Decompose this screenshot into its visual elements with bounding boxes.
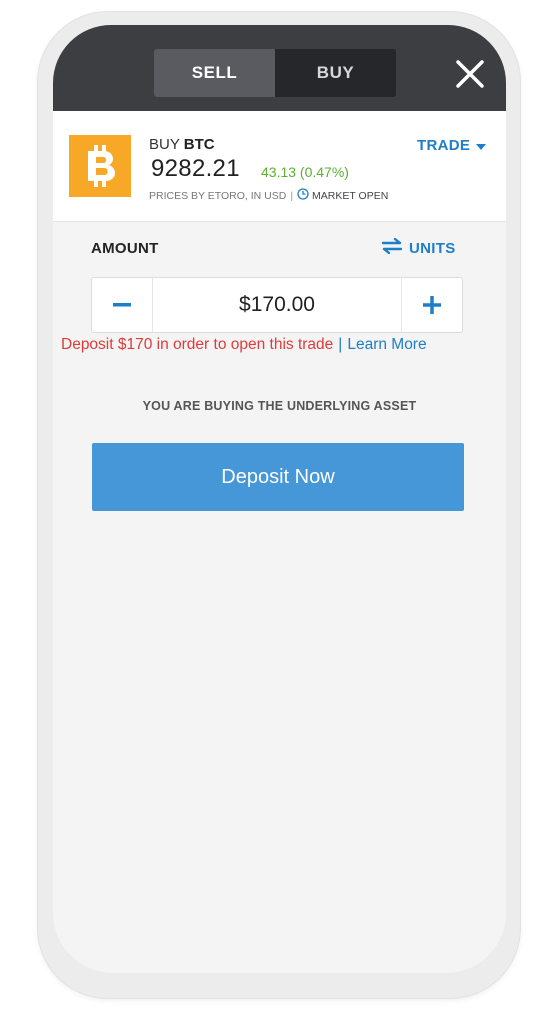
price-change: 43.13 (0.47%) [261, 164, 349, 180]
decrease-button[interactable] [92, 278, 153, 332]
buy-sell-toggle: SELL BUY [154, 49, 396, 97]
caret-down-icon [476, 137, 487, 154]
swap-arrows-icon [381, 237, 403, 258]
close-icon[interactable] [455, 59, 485, 89]
trade-label: TRADE [417, 137, 471, 154]
amount-label: AMOUNT [91, 240, 159, 257]
tab-buy[interactable]: BUY [275, 49, 396, 97]
market-status: MARKET OPEN [297, 188, 388, 203]
separator: | [338, 336, 343, 353]
prices-by-label: PRICES BY ETORO, IN USD [149, 189, 287, 202]
asset-symbol: BTC [183, 136, 215, 153]
deposit-now-button[interactable]: Deposit Now [92, 443, 464, 511]
market-status-label: MARKET OPEN [312, 189, 389, 202]
separator: | [290, 189, 294, 202]
amount-stepper: $170.00 [91, 277, 463, 333]
learn-more-link[interactable]: Learn More [347, 336, 426, 353]
price-source: PRICES BY ETORO, IN USD | MARKET OPEN [149, 188, 388, 203]
units-label: UNITS [409, 239, 456, 257]
deposit-message: Deposit $170 in order to open this trade… [61, 336, 427, 354]
bitcoin-icon [69, 135, 131, 197]
asset-price: 9282.21 [151, 155, 240, 182]
trade-screen: SELL BUY BUY BTC 9282.21 43.13 (0.47%) P… [53, 25, 506, 973]
clock-icon [297, 188, 309, 203]
increase-button[interactable] [401, 278, 462, 332]
header-bar: SELL BUY [53, 25, 506, 111]
amount-input[interactable]: $170.00 [153, 278, 401, 332]
deposit-warning: Deposit $170 in order to open this trade [61, 336, 334, 353]
trade-dropdown[interactable]: TRADE [417, 137, 487, 154]
tab-sell[interactable]: SELL [154, 49, 275, 97]
asset-info: BUY BTC 9282.21 43.13 (0.47%) PRICES BY … [53, 111, 506, 222]
action-label: BUY [149, 136, 180, 153]
asset-title: BUY BTC [149, 136, 215, 153]
underlying-asset-note: YOU ARE BUYING THE UNDERLYING ASSET [142, 399, 417, 413]
units-toggle[interactable]: UNITS [381, 237, 456, 258]
